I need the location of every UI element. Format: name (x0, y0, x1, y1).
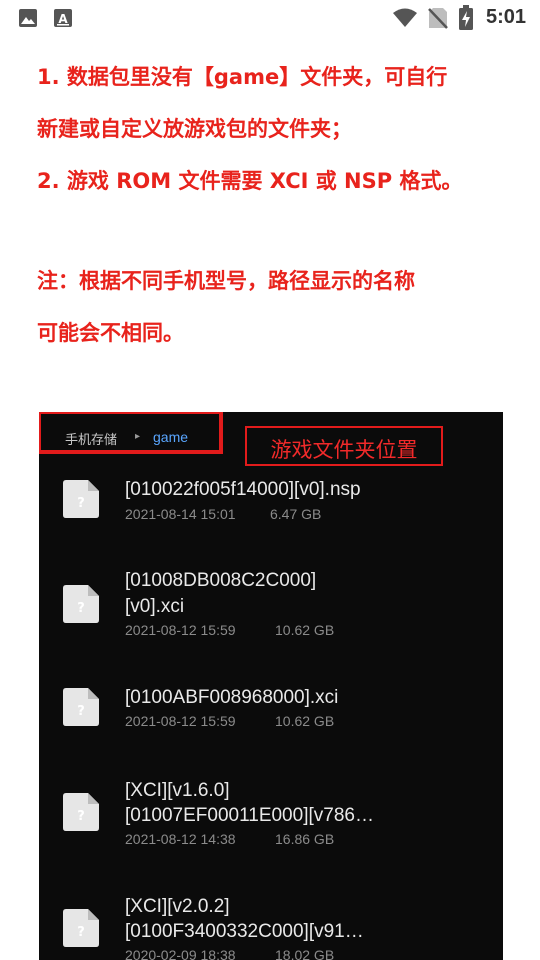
instruction-line-2: 新建或自定义放游戏包的文件夹； (37, 117, 352, 141)
instruction-line-1: 1. 数据包里没有【game】文件夹，可自行 (37, 65, 448, 89)
breadcrumb-separator-icon: ▸ (135, 431, 141, 442)
svg-text:?: ? (77, 925, 85, 940)
no-sim-icon (428, 8, 448, 29)
file-date: 2021-08-14 15:01 (125, 506, 236, 522)
file-name-continued: [01007EF00011E000][v786… (125, 805, 374, 826)
annotation-label: 游戏文件夹位置 (270, 438, 418, 462)
note-line-1: 注：根据不同手机型号，路径显示的名称 (37, 269, 415, 293)
file-name-continued: [v0].xci (125, 596, 185, 617)
file-size: 18.02 GB (275, 947, 335, 960)
file-size: 10.62 GB (275, 713, 335, 729)
file-date: 2021-08-12 15:59 (125, 622, 236, 638)
file-name: [XCI][v2.0.2] (125, 896, 230, 917)
file-date: 2021-08-12 14:38 (125, 831, 236, 847)
unknown-file-icon: ? (63, 909, 99, 947)
file-name: [010022f005f14000][v0].nsp (125, 479, 361, 500)
annotation-label-box: 游戏文件夹位置 (245, 426, 443, 466)
note-line-2: 可能会不相同。 (37, 321, 184, 345)
status-bar: A 5:01 (0, 0, 540, 36)
svg-text:?: ? (77, 704, 85, 719)
unknown-file-icon: ? (63, 793, 99, 831)
svg-text:?: ? (77, 809, 85, 824)
instruction-line-3: 2. 游戏 ROM 文件需要 XCI 或 NSP 格式。 (37, 169, 463, 193)
wifi-icon (393, 8, 417, 27)
file-name: [01008DB008C2C000] (125, 570, 317, 591)
file-date: 2021-08-12 15:59 (125, 713, 236, 729)
text-a-icon: A (54, 9, 72, 27)
file-size: 6.47 GB (270, 506, 322, 522)
file-browser-screenshot: 手机存储 ▸ game 游戏文件夹位置 ? [010022f005f14000]… (39, 412, 503, 960)
status-time: 5:01 (485, 6, 526, 28)
image-icon (19, 9, 37, 27)
svg-text:A: A (58, 12, 68, 26)
breadcrumb-current[interactable]: game (153, 429, 188, 445)
file-name-continued: [0100F3400332C000][v91… (125, 921, 364, 942)
breadcrumb-root[interactable]: 手机存储 (65, 429, 117, 448)
file-name: [XCI][v1.6.0] (125, 780, 230, 801)
file-size: 10.62 GB (275, 622, 335, 638)
unknown-file-icon: ? (63, 688, 99, 726)
svg-text:?: ? (77, 601, 85, 616)
unknown-file-icon: ? (63, 585, 99, 623)
svg-text:?: ? (77, 496, 85, 511)
battery-charging-icon (459, 5, 473, 30)
page: A 5:01 1. 数据包里没有【game】文件夹，可自行 新建或自定义放游戏包… (0, 0, 540, 960)
file-date: 2020-02-09 18:38 (125, 947, 236, 960)
file-size: 16.86 GB (275, 831, 335, 847)
unknown-file-icon: ? (63, 480, 99, 518)
file-name: [0100ABF008968000].xci (125, 687, 339, 708)
